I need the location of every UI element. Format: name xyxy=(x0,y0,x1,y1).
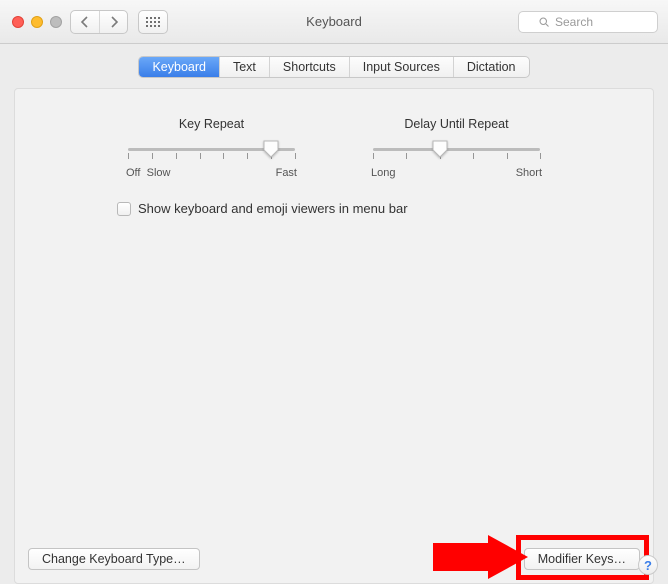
key-repeat-labels: Off Slow Fast xyxy=(124,167,299,179)
apps-grid-icon xyxy=(146,17,160,27)
chevron-right-icon xyxy=(109,16,119,28)
key-repeat-slider[interactable] xyxy=(124,139,299,161)
delay-block: Delay Until Repeat Long Short xyxy=(369,117,544,179)
tab-text[interactable]: Text xyxy=(219,57,269,77)
show-viewers-row[interactable]: Show keyboard and emoji viewers in menu … xyxy=(117,201,653,216)
delay-slider[interactable] xyxy=(369,139,544,161)
nav-back-forward xyxy=(70,10,128,34)
tab-input-sources[interactable]: Input Sources xyxy=(349,57,453,77)
tab-dictation[interactable]: Dictation xyxy=(453,57,529,77)
annotation-highlight-box xyxy=(516,535,649,580)
help-icon: ? xyxy=(644,558,652,573)
show-all-prefs-button[interactable] xyxy=(138,10,168,34)
close-window-button[interactable] xyxy=(12,16,24,28)
chevron-left-icon xyxy=(80,16,90,28)
forward-button[interactable] xyxy=(99,11,127,33)
window-controls xyxy=(12,16,62,28)
content-pane: Key Repeat Off Slow Fast Delay Until Rep… xyxy=(14,88,654,584)
delay-title: Delay Until Repeat xyxy=(369,117,544,131)
tab-strip: KeyboardTextShortcutsInput SourcesDictat… xyxy=(0,44,668,88)
tab-keyboard[interactable]: Keyboard xyxy=(139,57,219,77)
search-wrapper xyxy=(518,11,658,33)
zoom-window-button[interactable] xyxy=(50,16,62,28)
titlebar: Keyboard xyxy=(0,0,668,44)
back-button[interactable] xyxy=(71,11,99,33)
tab-shortcuts[interactable]: Shortcuts xyxy=(269,57,349,77)
annotation-arrow-icon xyxy=(433,535,528,579)
sliders-row: Key Repeat Off Slow Fast Delay Until Rep… xyxy=(15,89,653,179)
key-repeat-block: Key Repeat Off Slow Fast xyxy=(124,117,299,179)
search-icon xyxy=(538,16,550,28)
key-repeat-title: Key Repeat xyxy=(124,117,299,131)
show-viewers-checkbox[interactable] xyxy=(117,202,131,216)
slider-knob[interactable] xyxy=(263,140,279,158)
minimize-window-button[interactable] xyxy=(31,16,43,28)
slider-knob[interactable] xyxy=(432,140,448,158)
change-keyboard-type-button[interactable]: Change Keyboard Type… xyxy=(28,548,200,570)
help-button[interactable]: ? xyxy=(638,555,658,575)
delay-labels: Long Short xyxy=(369,167,544,179)
show-viewers-label: Show keyboard and emoji viewers in menu … xyxy=(138,201,408,216)
